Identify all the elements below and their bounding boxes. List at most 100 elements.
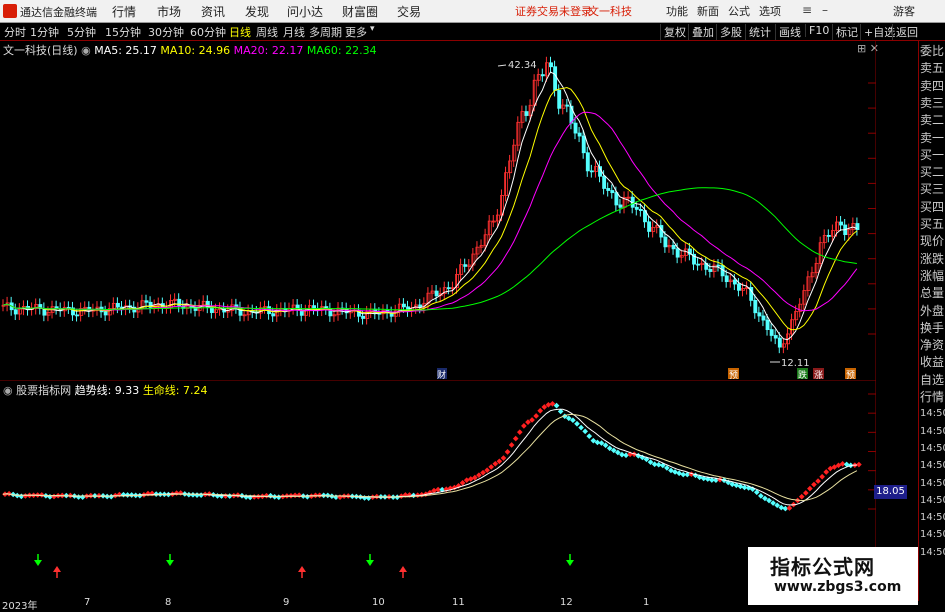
tool-f10[interactable]: F10 — [805, 24, 832, 37]
side-item[interactable]: 卖五 — [920, 60, 945, 76]
candle-body — [835, 221, 839, 231]
window-stock-title: 文一科技 — [588, 5, 632, 18]
side-item[interactable]: 卖一 — [920, 130, 945, 146]
side-item[interactable]: 14:50 — [920, 510, 945, 526]
menu-faxian[interactable]: 发现 — [245, 3, 269, 20]
indicator-mark — [296, 492, 302, 499]
side-item[interactable]: 买二 — [920, 164, 945, 180]
side-item[interactable]: 外盘 — [920, 303, 945, 319]
side-item[interactable]: 14:50 — [920, 527, 945, 543]
side-item[interactable]: 行情 — [920, 389, 945, 405]
period-more[interactable]: 更多 — [345, 24, 367, 40]
side-item[interactable]: 买一 — [920, 147, 945, 163]
period-monthly[interactable]: 月线 — [283, 24, 305, 40]
candle-body — [479, 245, 484, 248]
menu-hangqing[interactable]: 行情 — [112, 3, 136, 20]
side-item[interactable]: 14:50 — [920, 441, 945, 457]
indicator-mark — [823, 469, 830, 475]
side-item[interactable]: 14:50 — [920, 493, 945, 509]
tool-fuquan[interactable]: 复权 — [660, 24, 689, 40]
more-chevron-icon[interactable]: ▾ — [370, 24, 375, 34]
tool-fanhui[interactable]: 返回 — [892, 24, 921, 40]
tool-tongji[interactable]: 统计 — [745, 24, 774, 40]
period-multi[interactable]: 多周期 — [309, 24, 342, 40]
menu-shichang[interactable]: 市场 — [157, 3, 181, 20]
menu-wenxiaoda[interactable]: 问小达 — [287, 3, 323, 20]
side-item[interactable]: 涨跌 — [920, 251, 945, 267]
side-item[interactable]: 买四 — [920, 199, 945, 215]
indicator-mark — [79, 494, 86, 500]
minimize-icon[interactable]: – — [818, 2, 832, 18]
indicator-mark — [488, 464, 495, 470]
indicator-mark — [856, 461, 862, 468]
side-item[interactable]: 收益 — [920, 354, 945, 370]
side-item[interactable]: 卖二 — [920, 112, 945, 128]
side-item[interactable]: 现价 — [920, 233, 945, 249]
side-item[interactable]: 委比 — [920, 43, 945, 59]
side-item[interactable]: 涨幅 — [920, 268, 945, 284]
side-item[interactable]: 14:50 — [920, 458, 945, 474]
period-5min[interactable]: 5分钟 — [67, 24, 96, 40]
menu-icon[interactable]: ≡ — [800, 2, 814, 18]
side-item[interactable]: 14:50 — [920, 476, 945, 492]
side-item[interactable]: 卖三 — [920, 95, 945, 111]
indicator-mark — [807, 485, 813, 492]
date-label: 7 — [84, 597, 91, 608]
menu-gongshi[interactable]: 公式 — [728, 3, 750, 19]
side-item[interactable]: 买五 — [920, 216, 945, 232]
candle-body — [638, 208, 643, 211]
side-item[interactable]: 买三 — [920, 181, 945, 197]
side-item[interactable]: 净资 — [920, 337, 945, 353]
side-item[interactable]: 换手 — [920, 320, 945, 336]
menu-xuanxiang[interactable]: 选项 — [759, 3, 781, 19]
app-logo-icon — [3, 4, 17, 18]
menu-gongneng[interactable]: 功能 — [666, 3, 688, 19]
period-toolbar: 分时 1分钟 5分钟 15分钟 30分钟 60分钟 日线 周线 月线 多周期 更… — [0, 23, 945, 41]
tool-duogu[interactable]: 多股 — [716, 24, 745, 40]
side-item[interactable]: 卖四 — [920, 78, 945, 94]
candle-body — [144, 300, 149, 303]
kline-chart[interactable]: 40.0037.5035.0032.5030.0027.5025.0022.50… — [0, 41, 876, 381]
tool-biaoji[interactable]: 标记 — [832, 24, 861, 40]
candle-body — [847, 229, 852, 236]
indicator-mark — [516, 429, 523, 435]
indicator-mark — [811, 481, 817, 488]
main-price-axis: 40.0037.5035.0032.5030.0027.5025.0022.50… — [868, 82, 876, 335]
period-1min[interactable]: 1分钟 — [30, 24, 59, 40]
period-30min[interactable]: 30分钟 — [148, 24, 184, 40]
side-item[interactable]: 14:50 — [920, 406, 945, 422]
candle-body — [671, 244, 676, 250]
side-item[interactable]: 14:50 — [920, 424, 945, 440]
menu-caifuquan[interactable]: 财富圈 — [342, 3, 378, 20]
candle-body — [17, 308, 22, 315]
candle-body — [520, 111, 525, 123]
period-60min[interactable]: 60分钟 — [190, 24, 226, 40]
login-notice[interactable]: 证券交易未登录 — [515, 3, 592, 19]
low-price-annotation: 12.11 — [781, 358, 810, 369]
menu-xinmian[interactable]: 新面 — [697, 3, 719, 19]
side-item[interactable]: 14:50 — [920, 545, 945, 561]
candle-body — [463, 264, 468, 267]
life-line — [2, 413, 858, 502]
tool-diejia[interactable]: 叠加 — [688, 24, 717, 40]
candle-body — [565, 104, 570, 107]
period-fenshi[interactable]: 分时 — [4, 24, 26, 40]
menu-jiaoyi[interactable]: 交易 — [397, 3, 421, 20]
side-item[interactable]: 总量 — [920, 285, 945, 301]
indicator-mark — [521, 423, 527, 429]
indicator-mark — [337, 494, 343, 500]
candle-body — [626, 196, 631, 199]
tool-huaxian[interactable]: 画线 — [775, 24, 804, 40]
period-15min[interactable]: 15分钟 — [105, 24, 141, 40]
indicator-mark — [802, 490, 809, 496]
candle-body — [606, 188, 611, 191]
candle-body — [647, 221, 652, 232]
indicator-chart[interactable]: 40.0035.0030.0025.0020.0015.0010.00 — [0, 380, 876, 599]
indicator-mark — [586, 433, 593, 439]
menu-zixun[interactable]: 资讯 — [201, 3, 225, 20]
candle-body — [831, 230, 835, 237]
period-daily[interactable]: 日线 — [229, 24, 251, 40]
side-item[interactable]: 自选 — [920, 372, 945, 388]
period-weekly[interactable]: 周线 — [256, 24, 278, 40]
guest-label[interactable]: 游客 — [893, 3, 915, 19]
